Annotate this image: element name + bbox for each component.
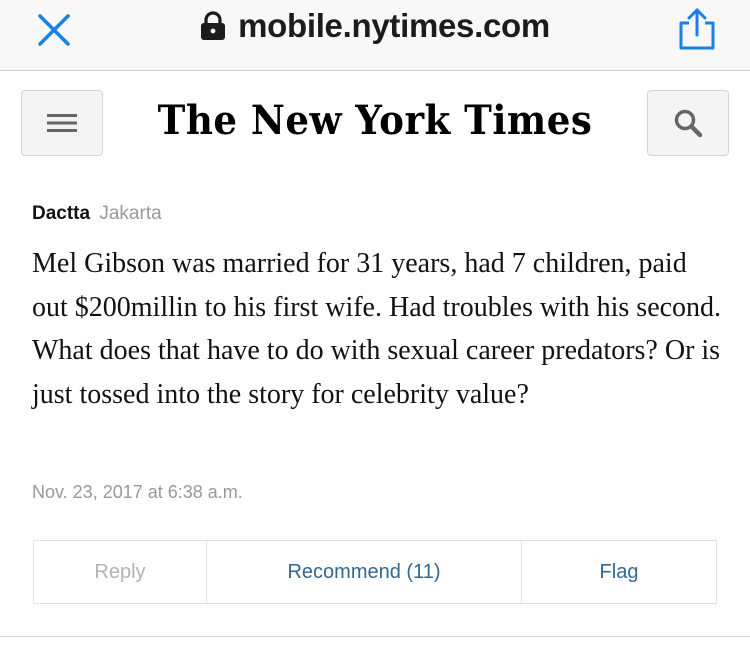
comment-actions: Reply Recommend (11) Flag bbox=[33, 540, 717, 604]
comment-author: Dactta bbox=[32, 203, 91, 224]
reply-button[interactable]: Reply bbox=[34, 541, 207, 603]
url-field[interactable]: mobile.nytimes.com bbox=[0, 0, 750, 52]
masthead-logo[interactable]: The New York Times bbox=[138, 97, 612, 144]
menu-button[interactable] bbox=[21, 90, 103, 156]
search-button[interactable] bbox=[647, 90, 729, 156]
hamburger-menu-icon bbox=[47, 114, 77, 132]
comment-timestamp: Nov. 23, 2017 at 6:38 a.m. bbox=[32, 482, 243, 502]
comment-location: Jakarta bbox=[99, 203, 162, 224]
browser-address-bar: mobile.nytimes.com bbox=[0, 0, 750, 71]
nyt-header: The New York Times bbox=[0, 71, 750, 181]
comment-author-line: Dactta Jakarta bbox=[32, 200, 722, 228]
search-icon bbox=[674, 109, 703, 138]
url-text: mobile.nytimes.com bbox=[238, 7, 550, 44]
recommend-button[interactable]: Recommend (11) bbox=[207, 541, 522, 603]
lock-icon bbox=[200, 11, 226, 41]
share-icon[interactable] bbox=[672, 6, 722, 52]
divider bbox=[0, 636, 750, 637]
comment: Dactta Jakarta Mel Gibson was married fo… bbox=[32, 200, 722, 416]
comment-body: Mel Gibson was married for 31 years, had… bbox=[32, 248, 722, 410]
flag-button[interactable]: Flag bbox=[522, 541, 716, 603]
